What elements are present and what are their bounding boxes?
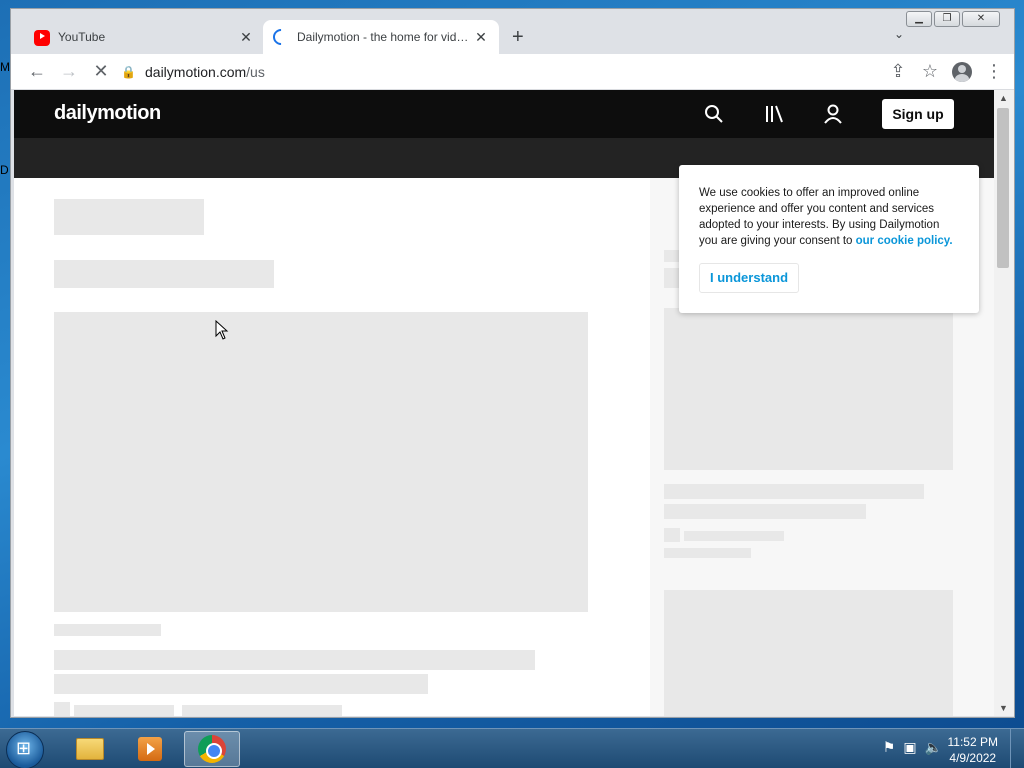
tab-title: YouTube [58,30,106,44]
clock-date: 4/9/2022 [949,751,997,765]
profile-icon[interactable] [948,58,976,86]
stop-loading-icon[interactable]: ✕ [87,58,115,86]
folder-icon [76,738,104,760]
tab-search-icon[interactable]: ⌄ [894,27,904,41]
skeleton-placeholder [54,650,535,670]
close-tab-icon[interactable]: ✕ [238,29,254,46]
tab-youtube[interactable]: YouTube ✕ [24,20,264,54]
action-center-icon[interactable]: ⚑ [883,739,896,756]
library-icon[interactable] [763,103,785,125]
skeleton-placeholder [664,548,751,558]
loading-spinner-icon [269,25,293,49]
scrollbar-thumb[interactable] [997,108,1009,268]
video-player-placeholder [54,312,588,612]
site-header: dailymotion Sign up [14,90,994,138]
window-controls: ▁ ❐ ✕ [906,11,1000,27]
skeleton-placeholder [182,705,342,716]
address-bar[interactable]: 🔒 dailymotion.com/us [121,58,884,86]
close-tab-icon[interactable]: ✕ [473,29,489,46]
minimize-icon[interactable]: ▁ [906,11,932,27]
thumbnail-placeholder [664,308,953,470]
skeleton-placeholder [54,199,204,235]
system-tray: ⚑ ▣ 🔈 [883,739,942,756]
bookmark-star-icon[interactable]: ☆ [916,58,944,86]
taskbar: ⚑ ▣ 🔈 11:52 PM 4/9/2022 [0,728,1024,768]
cookie-policy-link[interactable]: our cookie policy. [856,235,953,247]
taskbar-windows-explorer[interactable] [62,731,118,767]
skeleton-placeholder [664,528,680,542]
new-tab-icon[interactable]: + [512,26,524,49]
skeleton-placeholder [74,705,174,716]
skeleton-placeholder [54,260,274,288]
skeleton-placeholder [54,674,428,694]
browser-menu-icon[interactable]: ⋮ [980,58,1008,86]
account-icon[interactable] [822,103,844,125]
page-viewport: dailymotion Sign up We use cookies to of… [14,90,994,716]
scroll-down-icon[interactable]: ▼ [999,703,1008,713]
thumbnail-placeholder [664,590,953,716]
search-icon[interactable] [703,103,725,125]
skeleton-placeholder [54,702,70,716]
cookie-consent-banner: We use cookies to offer an improved onli… [679,165,979,313]
taskbar-media-player[interactable] [122,731,178,767]
volume-icon[interactable]: 🔈 [925,739,942,756]
media-player-icon [138,737,162,761]
share-icon[interactable]: ⇪ [884,58,912,86]
show-desktop-button[interactable] [1010,729,1024,768]
tab-strip: YouTube ✕ Dailymotion - the home for vid… [11,9,1014,54]
browser-toolbar: ← → ✕ 🔒 dailymotion.com/us ⇪ ☆ ⋮ [11,54,1014,90]
skeleton-placeholder [664,504,866,519]
back-arrow-icon[interactable]: ← [23,58,51,86]
network-icon[interactable]: ▣ [903,739,916,756]
site-logo[interactable]: dailymotion [54,102,161,125]
system-clock[interactable]: 11:52 PM 4/9/2022 [948,734,998,766]
forward-arrow-icon[interactable]: → [55,58,83,86]
skeleton-placeholder [54,624,161,636]
url-path: /us [246,63,265,80]
i-understand-button[interactable]: I understand [699,263,800,293]
chrome-icon [198,735,226,763]
lock-icon[interactable]: 🔒 [121,65,145,79]
skeleton-placeholder [664,484,924,499]
sign-up-button[interactable]: Sign up [882,99,954,129]
start-button[interactable] [6,731,44,768]
browser-window: YouTube ✕ Dailymotion - the home for vid… [10,8,1015,718]
tab-dailymotion[interactable]: Dailymotion - the home for videos ✕ [263,20,499,54]
restore-icon[interactable]: ❐ [934,11,960,27]
scroll-up-icon[interactable]: ▲ [999,93,1008,103]
close-window-icon[interactable]: ✕ [962,11,1000,27]
mouse-cursor-icon [215,320,229,340]
clock-time: 11:52 PM [947,735,998,749]
page-scrollbar[interactable]: ▲ ▼ [994,90,1014,716]
skeleton-placeholder [684,531,784,541]
taskbar-google-chrome[interactable] [184,731,240,767]
tab-title: Dailymotion - the home for videos [297,30,473,44]
url-host: dailymotion.com [145,63,247,80]
youtube-logo-icon [34,30,50,46]
